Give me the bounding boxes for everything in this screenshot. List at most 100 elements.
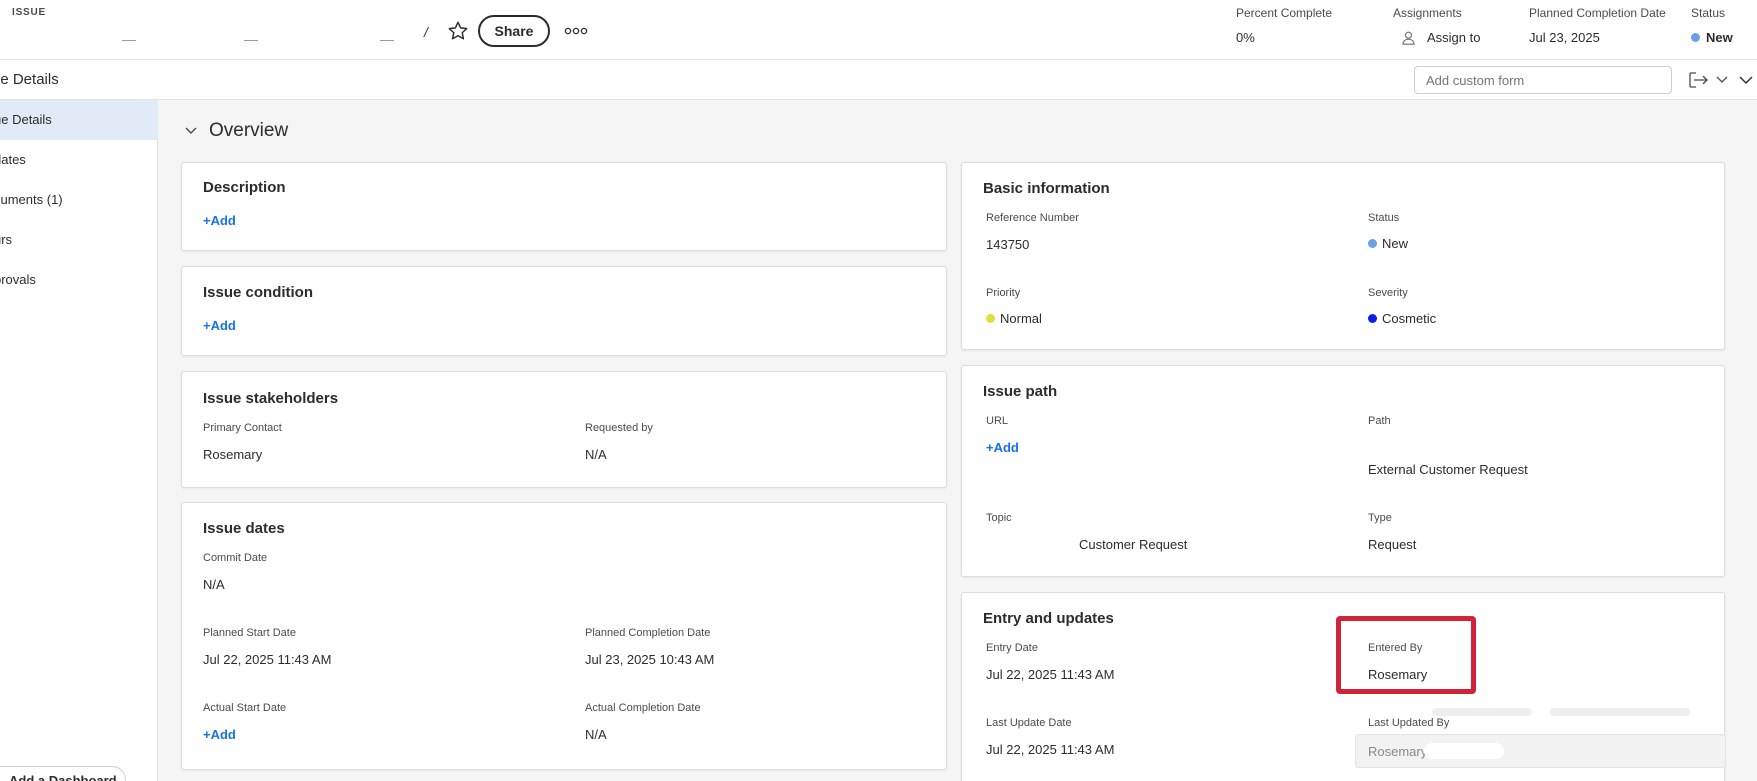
- primary-contact-value[interactable]: Rosemary: [203, 447, 262, 462]
- assign-to-link[interactable]: Assign to: [1427, 30, 1480, 45]
- issue-path-card: Issue path URL +Add Path External Custom…: [961, 365, 1725, 577]
- redacted-text: /: [424, 24, 428, 40]
- status-dot-icon: [1368, 239, 1377, 248]
- assign-row: Assign to: [1393, 30, 1480, 45]
- card-title: Issue stakeholders: [203, 390, 339, 407]
- nav-item-approvals[interactable]: provals: [0, 260, 158, 300]
- annotation-highlight-box: [1336, 616, 1476, 694]
- header-assignments[interactable]: Assignments Assign to: [1393, 6, 1480, 45]
- redacted-text: [380, 40, 394, 41]
- entry-date-value: Jul 22, 2025 11:43 AM: [986, 667, 1115, 682]
- severity-field[interactable]: Cosmetic: [1368, 311, 1436, 326]
- field-value: 0%: [1236, 30, 1255, 45]
- issue-title-redacted[interactable]: /: [4, 18, 428, 44]
- left-nav: ue Details dates cuments (1) urs provals: [0, 100, 158, 781]
- issue-dates-card: Issue dates Commit Date N/A Planned Star…: [181, 502, 947, 770]
- card-title: Basic information: [983, 180, 1110, 197]
- header-planned-completion[interactable]: Planned Completion Date Jul 23, 2025: [1529, 6, 1666, 45]
- redacted-text: [1424, 743, 1504, 759]
- chevron-down-icon[interactable]: [1714, 70, 1730, 90]
- priority-value: Normal: [1000, 311, 1042, 326]
- last-update-date-value: Jul 22, 2025 11:43 AM: [986, 742, 1115, 757]
- status-value-row: New: [1691, 30, 1733, 45]
- requested-by-value: N/A: [585, 447, 607, 462]
- topic-value: Customer Request: [1079, 537, 1188, 552]
- field-value: Jul 23, 2025: [1529, 30, 1600, 45]
- redacted-text: [244, 40, 258, 41]
- last-updated-by-label: Last Updated By: [1368, 717, 1450, 729]
- card-title: Entry and updates: [983, 610, 1114, 627]
- last-update-date-label: Last Update Date: [986, 717, 1072, 729]
- basic-information-card: Basic information Reference Number 14375…: [961, 162, 1725, 350]
- reference-number-label: Reference Number: [986, 212, 1079, 224]
- last-updated-by-value: Rosemary: [1368, 744, 1428, 759]
- card-title: Issue path: [983, 383, 1058, 400]
- issue-stakeholders-card: Issue stakeholders Primary Contact Rosem…: [181, 371, 947, 488]
- nav-item-documents[interactable]: cuments (1): [0, 180, 158, 220]
- card-title: Issue dates: [203, 520, 285, 537]
- nav-label: urs: [0, 232, 13, 247]
- add-condition-link[interactable]: +Add: [203, 318, 236, 333]
- field-label: Percent Complete: [1236, 6, 1333, 20]
- nav-item-hours[interactable]: urs: [0, 220, 158, 260]
- issue-condition-card: Issue condition +Add: [181, 266, 947, 356]
- add-url-link[interactable]: +Add: [986, 440, 1019, 455]
- reference-number-value: 143750: [986, 237, 1030, 252]
- planned-start-value[interactable]: Jul 22, 2025 11:43 AM: [203, 652, 331, 667]
- nav-item-updates[interactable]: dates: [0, 140, 158, 180]
- redacted-text: [1550, 708, 1690, 716]
- redacted-text: [1432, 708, 1532, 716]
- priority-label: Priority: [986, 287, 1021, 299]
- status-dot-icon: [1691, 33, 1700, 42]
- field-label: Planned Completion Date: [1529, 6, 1666, 20]
- export-icon[interactable]: [1688, 70, 1710, 90]
- favorite-star-icon[interactable]: [446, 19, 470, 43]
- section-title: ue Details: [0, 71, 59, 88]
- share-button[interactable]: Share: [478, 15, 550, 47]
- more-options-icon[interactable]: [563, 19, 589, 43]
- field-label: Assignments: [1393, 6, 1462, 20]
- description-card: Description +Add: [181, 162, 947, 251]
- path-value: External Customer Request: [1368, 462, 1528, 477]
- severity-label: Severity: [1368, 287, 1408, 299]
- commit-date-label: Commit Date: [203, 552, 268, 564]
- actual-completion-value: N/A: [585, 727, 607, 742]
- url-label: URL: [986, 415, 1009, 427]
- collapse-chevron-icon[interactable]: [1738, 70, 1754, 90]
- status-field[interactable]: New: [1368, 236, 1408, 251]
- commit-date-value: N/A: [203, 577, 225, 592]
- planned-completion-value[interactable]: Jul 23, 2025 10:43 AM: [585, 652, 714, 667]
- topic-label: Topic: [986, 512, 1012, 524]
- add-actual-start-link[interactable]: +Add: [203, 727, 236, 742]
- planned-completion-label: Planned Completion Date: [585, 627, 711, 639]
- overview-section-toggle[interactable]: Overview: [185, 120, 288, 142]
- add-description-link[interactable]: +Add: [203, 213, 236, 228]
- requested-by-label: Requested by: [585, 422, 653, 434]
- nav-label: ue Details: [0, 112, 52, 127]
- actual-start-label: Actual Start Date: [203, 702, 287, 714]
- type-value: Request: [1368, 537, 1417, 552]
- nav-label: cuments (1): [0, 192, 63, 207]
- actual-completion-label: Actual Completion Date: [585, 702, 701, 714]
- chevron-down-icon: [185, 127, 197, 135]
- primary-contact-label: Primary Contact: [203, 422, 282, 434]
- priority-field[interactable]: Normal: [986, 311, 1042, 326]
- nav-label: provals: [0, 272, 36, 287]
- status-label: Status: [1368, 212, 1400, 224]
- header-percent-complete[interactable]: Percent Complete 0%: [1236, 6, 1332, 45]
- add-custom-form-input[interactable]: [1414, 66, 1672, 94]
- user-icon: [1402, 31, 1415, 45]
- add-dashboard-button[interactable]: Add a Dashboard: [0, 766, 126, 781]
- redacted-text: [122, 40, 136, 41]
- header-status[interactable]: Status New: [1691, 6, 1733, 45]
- nav-item-issue-details[interactable]: ue Details: [0, 100, 158, 140]
- entry-date-label: Entry Date: [986, 642, 1038, 654]
- last-updated-by-field[interactable]: Rosemary: [1355, 734, 1726, 768]
- object-type-label: ISSUE: [12, 7, 47, 18]
- severity-value: Cosmetic: [1382, 311, 1437, 326]
- card-title: Issue condition: [203, 284, 314, 301]
- field-label: Status: [1691, 6, 1726, 20]
- planned-start-label: Planned Start Date: [203, 627, 296, 639]
- issue-header: ISSUE / Share Percent Complete 0% Assign…: [0, 0, 1757, 60]
- card-title: Description: [203, 179, 286, 196]
